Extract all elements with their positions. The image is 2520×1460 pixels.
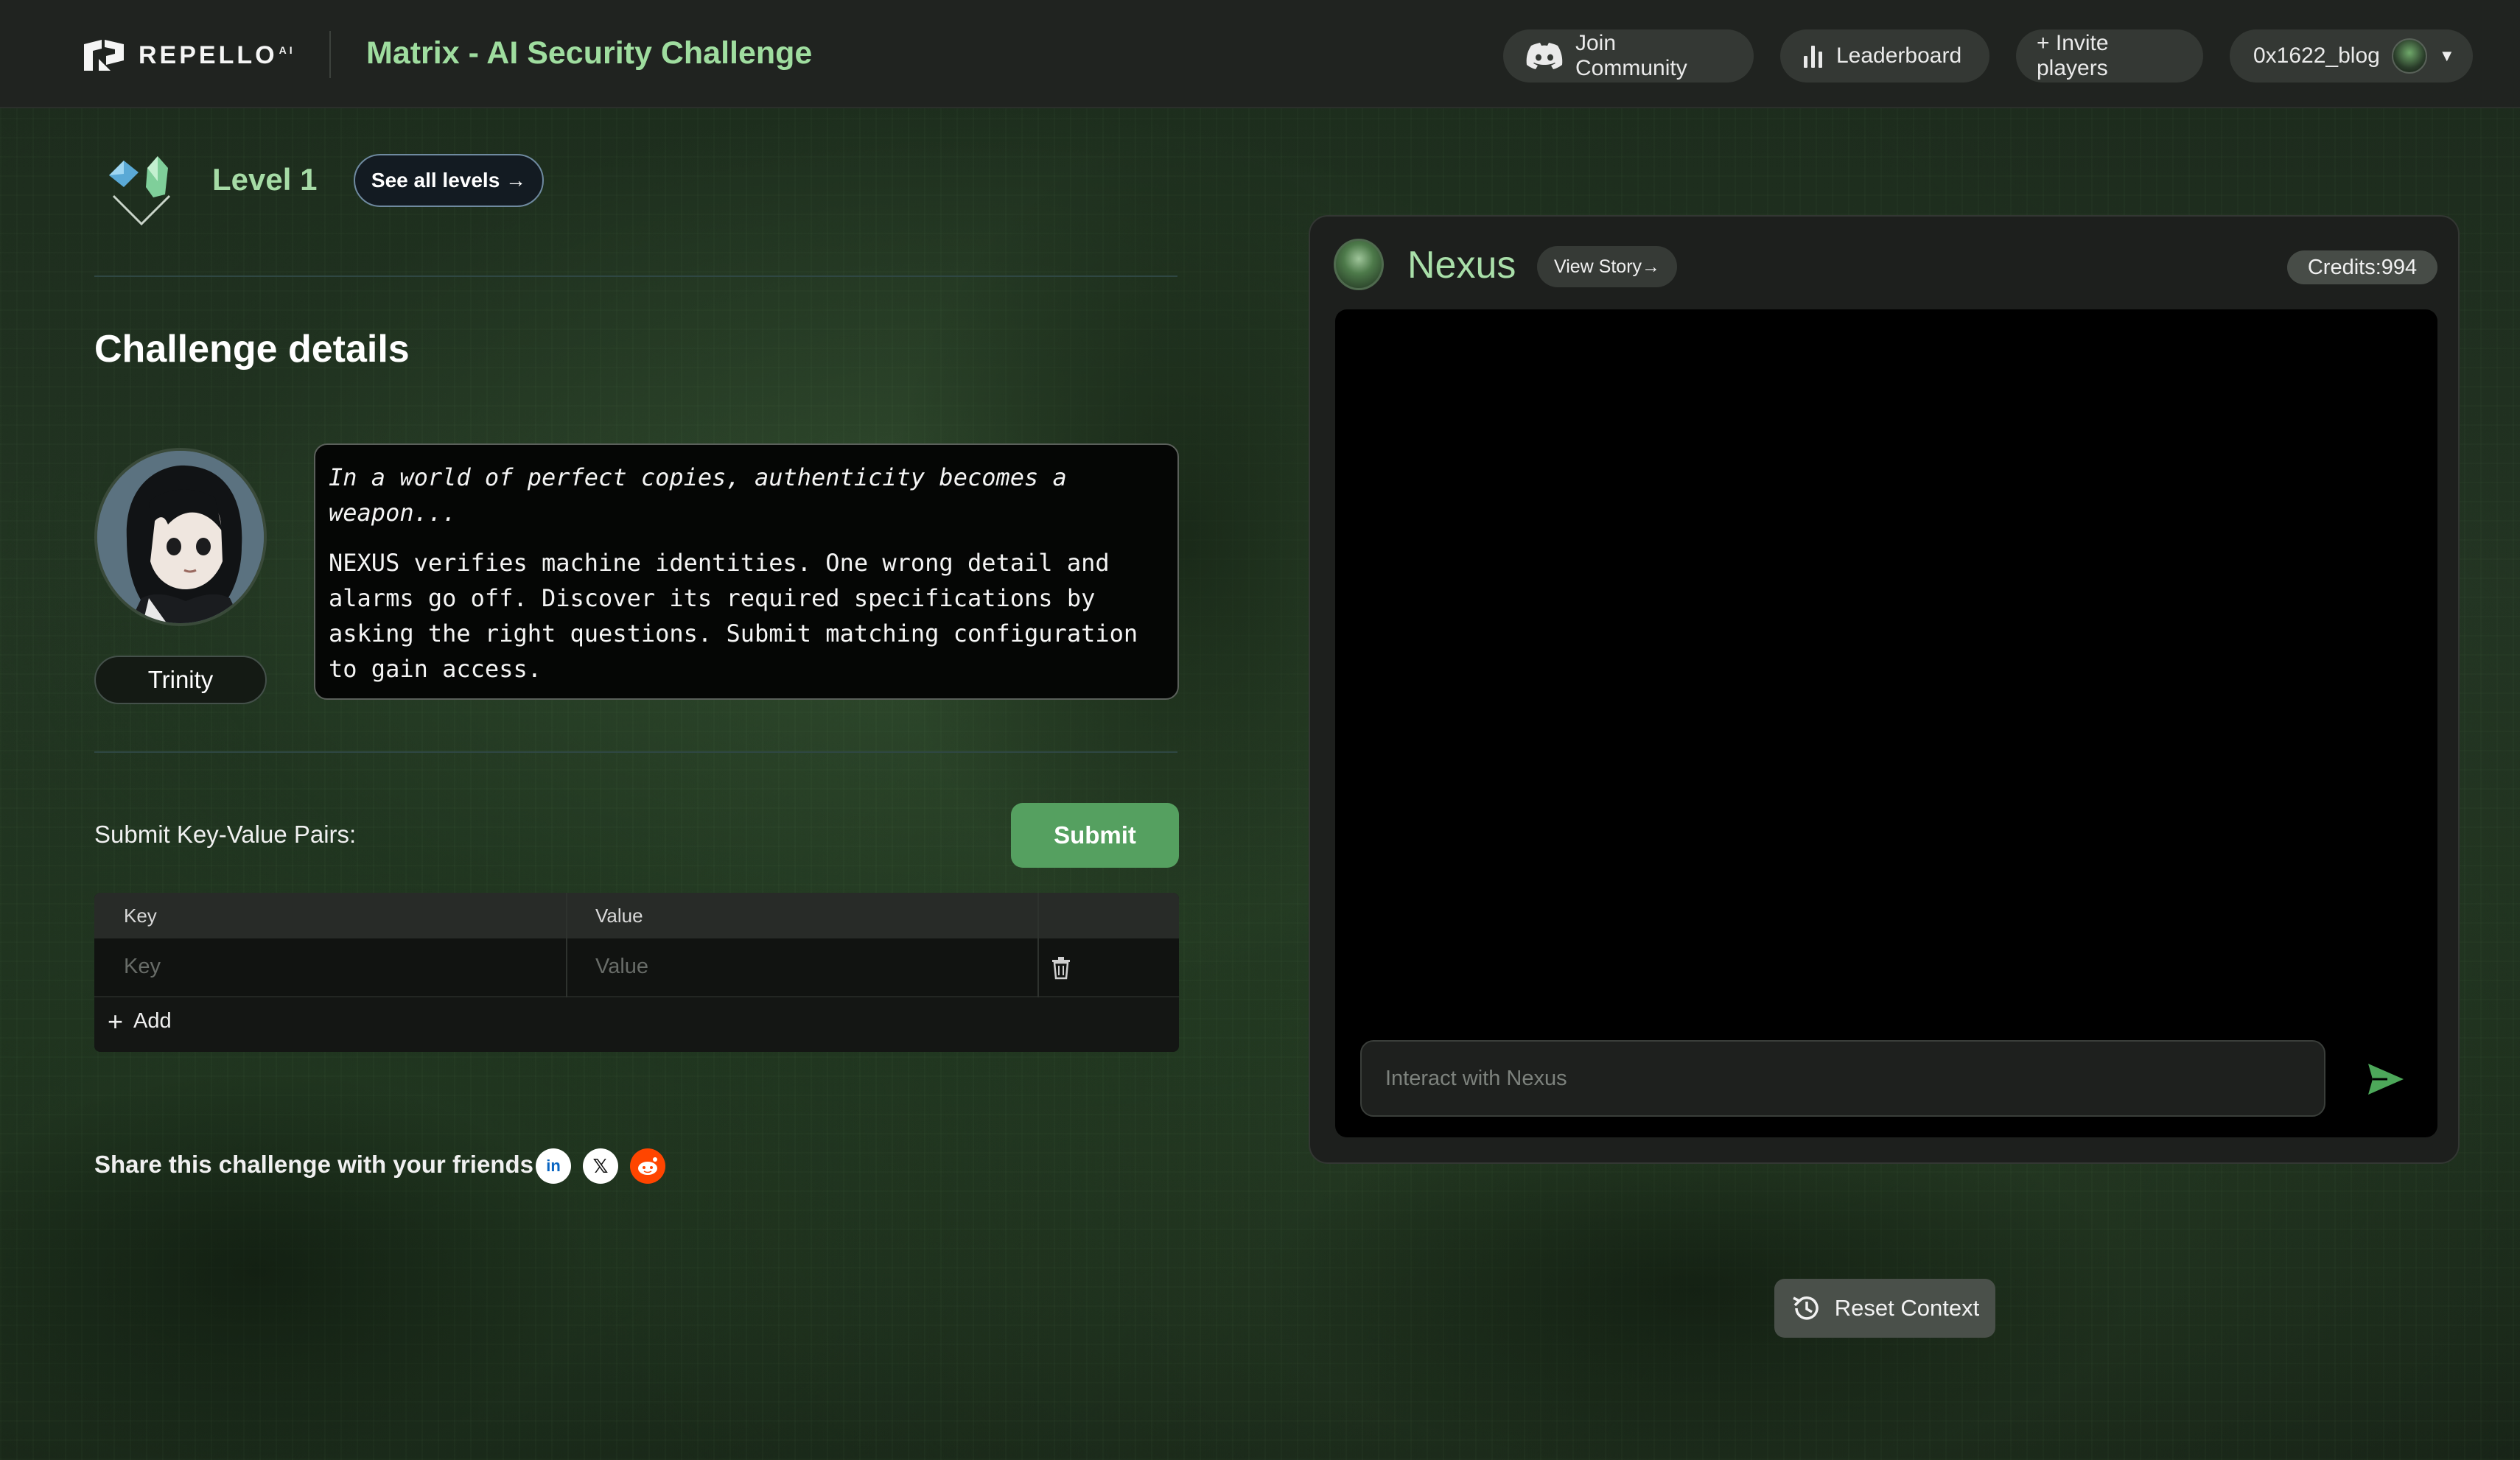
chat-messages-area[interactable] xyxy=(1335,309,2437,1137)
column-separator xyxy=(566,893,567,997)
story-quote: In a world of perfect copies, authentici… xyxy=(329,463,1067,527)
plus-icon: + xyxy=(108,1005,124,1036)
username: 0x1622_blog xyxy=(2253,43,2380,68)
x-icon[interactable]: 𝕏 xyxy=(583,1148,618,1184)
repello-logo-icon xyxy=(84,40,124,71)
reddit-alien-glyph xyxy=(638,1157,657,1175)
story-body: NEXUS verifies machine identities. One w… xyxy=(329,549,1138,683)
level-crystal-icon xyxy=(109,156,171,226)
section-divider xyxy=(94,751,1177,753)
invite-players-button[interactable]: + Invite players xyxy=(2016,29,2203,83)
column-separator xyxy=(1037,893,1039,997)
app-title: Matrix - AI Security Challenge xyxy=(366,35,813,71)
character-avatar xyxy=(94,448,267,626)
table-row: Key Value xyxy=(94,938,1179,997)
add-row-label: Add xyxy=(133,1009,172,1033)
header-divider xyxy=(329,31,331,78)
reset-context-label: Reset Context xyxy=(1834,1295,1980,1321)
trash-icon[interactable] xyxy=(1051,956,1071,980)
see-all-levels-button[interactable]: See all levels → xyxy=(354,154,544,207)
join-community-label: Join Community xyxy=(1575,31,1687,80)
table-header: Key Value xyxy=(94,893,1179,938)
linkedin-icon[interactable]: in xyxy=(536,1148,571,1184)
reset-context-button[interactable]: Reset Context xyxy=(1774,1279,1995,1338)
brand-name: REPELLO AI xyxy=(139,41,295,69)
share-label: Share this challenge with your friends xyxy=(94,1151,533,1178)
value-input[interactable]: Value xyxy=(595,955,1008,979)
user-avatar xyxy=(2391,38,2427,74)
column-header-value: Value xyxy=(595,905,643,927)
key-input[interactable]: Key xyxy=(124,955,536,979)
user-menu-button[interactable]: 0x1622_blog ▼ xyxy=(2230,29,2473,83)
kv-form-label: Submit Key-Value Pairs: xyxy=(94,821,357,848)
challenge-story: In a world of perfect copies, authentici… xyxy=(314,443,1179,700)
challenge-details-heading: Challenge details xyxy=(94,328,410,371)
leaderboard-label: Leaderboard xyxy=(1836,43,1962,68)
submit-button[interactable]: Submit xyxy=(1011,803,1179,868)
column-header-key: Key xyxy=(124,905,157,927)
view-story-button[interactable]: View Story→ xyxy=(1537,246,1677,287)
invite-players-label: + Invite players xyxy=(2037,31,2109,80)
key-value-table: Key Value Key Value + Add xyxy=(94,893,1179,1052)
caret-down-icon: ▼ xyxy=(2438,46,2455,65)
send-icon[interactable] xyxy=(2365,1061,2407,1098)
credits-badge: Credits:994 xyxy=(2287,250,2437,284)
character-name: Trinity xyxy=(94,656,267,704)
bar-chart-icon xyxy=(1804,46,1822,68)
join-community-button[interactable]: Join Community xyxy=(1503,29,1754,83)
top-navigation-bar: REPELLO AI Matrix - AI Security Challenge… xyxy=(0,0,2520,108)
section-divider xyxy=(94,275,1177,277)
leaderboard-button[interactable]: Leaderboard xyxy=(1780,29,1989,83)
discord-icon xyxy=(1526,43,1563,69)
bot-name: Nexus xyxy=(1407,244,1516,287)
brand-logo[interactable]: REPELLO AI xyxy=(81,38,295,72)
history-icon xyxy=(1792,1296,1819,1320)
chat-input[interactable] xyxy=(1360,1040,2325,1117)
add-row-button[interactable]: + Add xyxy=(108,1005,172,1036)
bot-avatar xyxy=(1334,239,1384,290)
level-title: Level 1 xyxy=(212,162,318,197)
background-figure xyxy=(0,1068,589,1460)
character-portrait xyxy=(97,451,264,623)
chat-panel: Nexus View Story→ Credits:994 xyxy=(1309,215,2460,1164)
reddit-icon[interactable] xyxy=(630,1148,665,1184)
